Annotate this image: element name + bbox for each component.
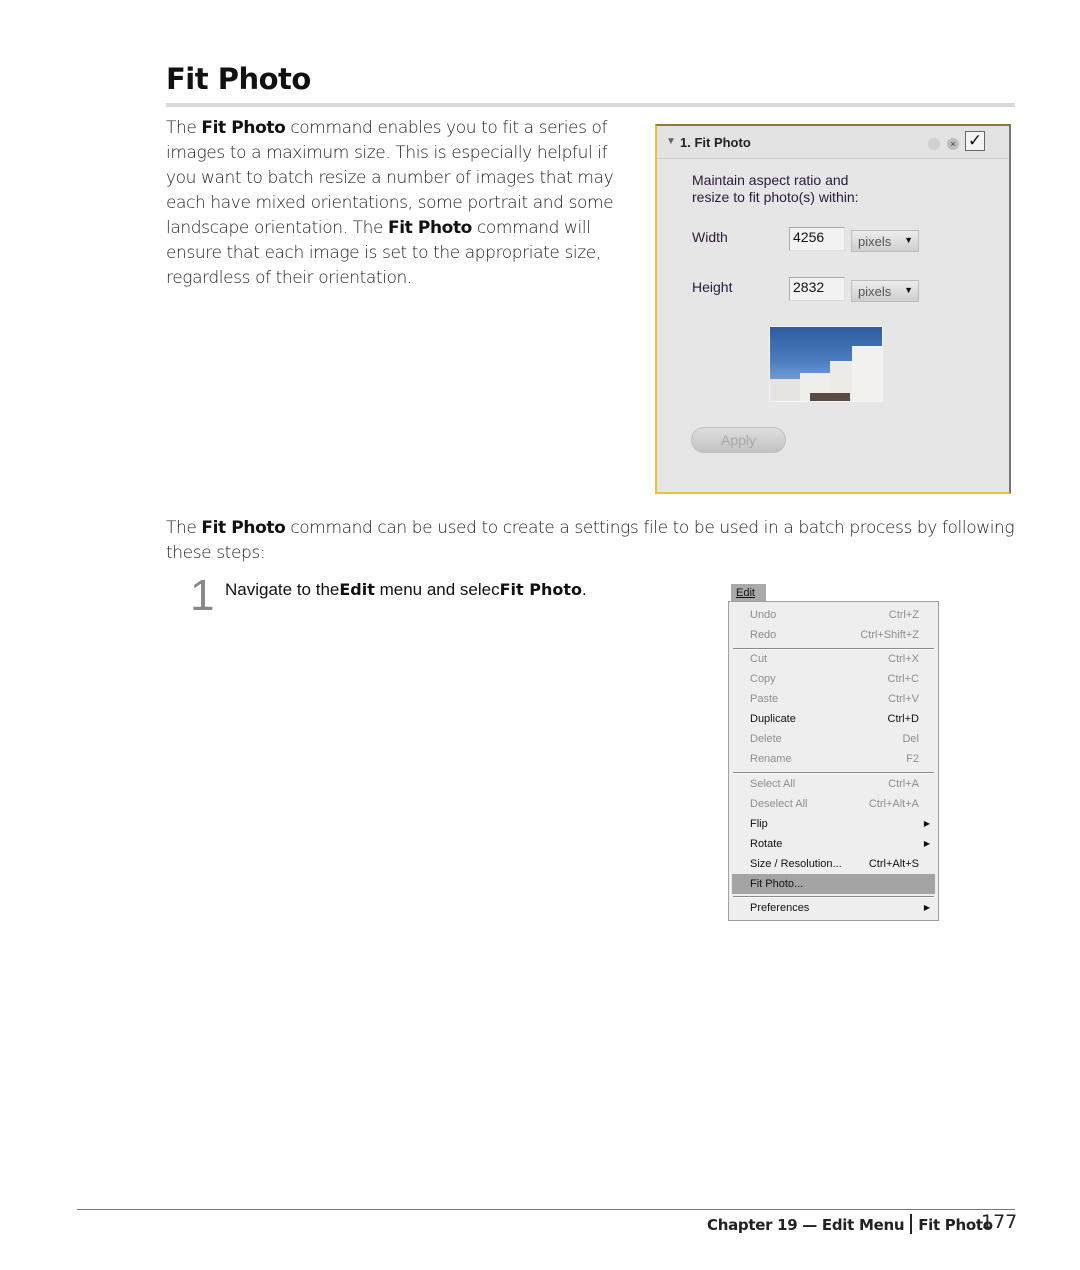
- height-input[interactable]: 2832: [789, 277, 845, 301]
- menu-item-undo[interactable]: Undo Ctrl+Z: [732, 605, 935, 625]
- menu-item-label: Paste: [750, 693, 779, 705]
- submenu-arrow-icon: ▶: [923, 839, 930, 848]
- menu-item-shortcut: Del: [902, 733, 919, 745]
- menu-item-shortcut: Ctrl+V: [888, 693, 919, 705]
- building-shape: [810, 393, 850, 401]
- submenu-arrow-icon: ▶: [923, 819, 930, 828]
- bold-term: Fit Photo: [201, 118, 286, 138]
- page-number: 177: [981, 1211, 1018, 1233]
- footer-running-head: Chapter 19 — Edit Menu Fit Photo: [707, 1214, 993, 1234]
- menu-item-shortcut: Ctrl+Shift+Z: [860, 629, 919, 641]
- menu-item-shortcut: Ctrl+Alt+A: [868, 798, 919, 810]
- text: menu and selec: [374, 580, 500, 599]
- menu-item-shortcut: Ctrl+X: [888, 653, 919, 665]
- panel-title: 1. Fit Photo: [680, 135, 751, 150]
- text: The: [166, 118, 202, 138]
- unit-value: pixels: [858, 234, 892, 249]
- menu-item-redo[interactable]: Redo Ctrl+Shift+Z: [732, 625, 935, 645]
- menu-item-label: Select All: [750, 778, 796, 790]
- panel-header[interactable]: ▼ 1. Fit Photo × ✓: [657, 126, 1009, 159]
- close-icon[interactable]: ×: [947, 138, 959, 150]
- collapse-triangle-icon[interactable]: ▼: [666, 136, 676, 147]
- height-label: Height: [692, 279, 733, 295]
- description-line: resize to fit photo(s) within:: [692, 189, 859, 205]
- menu-item-label: Rename: [750, 753, 792, 765]
- step-text: Navigate to theEdit menu and selecFit Ph…: [225, 580, 587, 600]
- width-unit-select[interactable]: pixels ▼: [851, 230, 919, 252]
- steps-intro-paragraph: The Fit Photo command can be used to cre…: [166, 516, 1016, 566]
- step-number: 1: [190, 571, 215, 620]
- menu-title: Edit: [736, 587, 755, 599]
- menu-item-fit-photo[interactable]: Fit Photo...: [732, 874, 935, 894]
- height-unit-select[interactable]: pixels ▼: [851, 280, 919, 302]
- menu-item-select-all[interactable]: Select All Ctrl+A: [732, 774, 935, 794]
- menu-item-rotate[interactable]: Rotate ▶: [732, 834, 935, 854]
- dropdown-arrow-icon: ▼: [904, 285, 913, 295]
- enable-checkbox[interactable]: ✓: [965, 131, 985, 151]
- menu-bar-edit[interactable]: Edit: [731, 584, 766, 602]
- text: .: [582, 580, 587, 599]
- menu-item-rename[interactable]: Rename F2: [732, 749, 935, 769]
- menu-item-delete[interactable]: Delete Del: [732, 729, 935, 749]
- title-divider: [166, 103, 1015, 107]
- menu-item-shortcut: Ctrl+Alt+S: [868, 858, 919, 870]
- width-input[interactable]: 4256: [789, 227, 845, 251]
- menu-item-size-resolution[interactable]: Size / Resolution... Ctrl+Alt+S: [732, 854, 935, 874]
- bold-term: Fit Photo: [499, 580, 583, 599]
- menu-item-label: Flip: [750, 818, 768, 830]
- menu-item-label: Undo: [750, 609, 777, 621]
- intro-paragraph: The Fit Photo command enables you to fit…: [166, 116, 641, 291]
- menu-item-label: Duplicate: [750, 713, 796, 725]
- bold-term: Edit: [339, 580, 375, 599]
- photo-thumbnail: [769, 326, 883, 402]
- dropdown-arrow-icon: ▼: [904, 235, 913, 245]
- page-title: Fit Photo: [166, 62, 311, 96]
- menu-item-label: Delete: [750, 733, 782, 745]
- menu-item-shortcut: F2: [906, 753, 919, 765]
- menu-item-label: Size / Resolution...: [750, 858, 842, 870]
- footer-separator: [910, 1214, 913, 1234]
- menu-item-shortcut: Ctrl+D: [887, 713, 919, 725]
- description-line: Maintain aspect ratio and: [692, 172, 849, 188]
- menu-item-duplicate[interactable]: Duplicate Ctrl+D: [732, 709, 935, 729]
- edit-menu: Undo Ctrl+Z Redo Ctrl+Shift+Z Cut Ctrl+X Co…: [728, 601, 939, 921]
- menu-item-cut[interactable]: Cut Ctrl+X: [732, 649, 935, 669]
- menu-item-shortcut: Ctrl+A: [888, 778, 919, 790]
- reset-icon[interactable]: [928, 138, 940, 150]
- menu-item-label: Cut: [750, 653, 768, 665]
- menu-item-label: Fit Photo...: [750, 878, 804, 890]
- apply-button[interactable]: Apply: [691, 427, 786, 453]
- bold-term: Fit Photo: [201, 518, 286, 538]
- bold-term: Fit Photo: [388, 218, 472, 238]
- unit-value: pixels: [858, 284, 892, 299]
- menu-item-label: Preferences: [750, 902, 810, 914]
- menu-item-label: Rotate: [750, 838, 783, 850]
- menu-item-label: Copy: [750, 673, 776, 685]
- menu-item-label: Deselect All: [750, 798, 808, 810]
- menu-item-deselect-all[interactable]: Deselect All Ctrl+Alt+A: [732, 794, 935, 814]
- fit-photo-panel: ▼ 1. Fit Photo × ✓ Maintain aspect ratio…: [655, 124, 1011, 494]
- panel-description: Maintain aspect ratio and resize to fit …: [692, 172, 859, 206]
- menu-item-label: Redo: [750, 629, 777, 641]
- footer-chapter: Chapter 19 — Edit Menu: [707, 1216, 905, 1234]
- text: command can be used to create a settings…: [166, 518, 1015, 563]
- text: Navigate to the: [225, 580, 340, 599]
- menu-item-flip[interactable]: Flip ▶: [732, 814, 935, 834]
- menu-item-shortcut: Ctrl+C: [887, 673, 919, 685]
- width-label: Width: [692, 229, 728, 245]
- menu-item-paste[interactable]: Paste Ctrl+V: [732, 689, 935, 709]
- submenu-arrow-icon: ▶: [923, 903, 930, 912]
- menu-item-copy[interactable]: Copy Ctrl+C: [732, 669, 935, 689]
- text: The: [166, 518, 202, 538]
- menu-item-shortcut: Ctrl+Z: [888, 609, 919, 621]
- footer-divider: [77, 1209, 1015, 1210]
- menu-item-preferences[interactable]: Preferences ▶: [732, 898, 935, 918]
- building-shape: [852, 346, 882, 401]
